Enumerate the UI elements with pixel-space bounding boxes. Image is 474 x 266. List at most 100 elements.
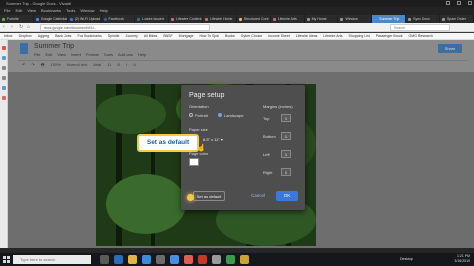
doc-menu-help[interactable]: Help: [138, 52, 146, 57]
minimize-icon[interactable]: [446, 1, 450, 5]
file-explorer-icon[interactable]: [128, 255, 137, 264]
toolbar-button[interactable]: Arial: [93, 61, 101, 68]
system-clock[interactable]: 1:21 PM 3/16/2019: [454, 254, 470, 264]
toolbar-button[interactable]: 11: [107, 61, 111, 68]
browser-tab[interactable]: Lowes Issued: [135, 15, 170, 23]
back-icon[interactable]: ‹: [3, 25, 8, 30]
bookmark-item[interactable]: Lifewire Arts: [323, 33, 342, 39]
page-color-swatch[interactable]: [189, 158, 199, 166]
bookmark-item[interactable]: Journey: [125, 33, 137, 39]
browser-tab[interactable]: Fortnite: [0, 15, 34, 23]
bookmark-item[interactable]: Mortgage: [179, 33, 194, 39]
taskbar-search-input[interactable]: [13, 255, 91, 264]
task-view-icon[interactable]: [100, 255, 109, 264]
bookmark-item[interactable]: Dropbox: [19, 33, 32, 39]
paper-size-select[interactable]: 8.5" x 11" ▾: [203, 137, 223, 142]
edge-icon[interactable]: [114, 255, 123, 264]
media-icon[interactable]: [184, 255, 193, 264]
bottom-margin-input[interactable]: [281, 132, 291, 140]
doc-title[interactable]: Summer Trip: [34, 43, 74, 50]
bookmark-item[interactable]: OMG Research: [409, 33, 433, 39]
share-button[interactable]: Share: [438, 44, 462, 53]
search-input[interactable]: [390, 24, 450, 31]
ok-button[interactable]: OK: [276, 191, 298, 201]
app4-icon[interactable]: [240, 255, 249, 264]
doc-menu-tools[interactable]: Tools: [104, 52, 113, 57]
menu-file[interactable]: File: [4, 7, 10, 15]
url-input[interactable]: [40, 24, 210, 31]
web-panel-icon[interactable]: [2, 96, 6, 100]
browser-tab[interactable]: Google Calendar: [34, 15, 68, 23]
portrait-radio[interactable]: [189, 113, 193, 117]
bookmark-item[interactable]: Books: [225, 33, 235, 39]
app-icon[interactable]: [170, 255, 179, 264]
bookmark-item[interactable]: Gyber Choice: [241, 33, 262, 39]
vivaldi-icon[interactable]: [198, 255, 207, 264]
browser-tab[interactable]: Sync Docs: [406, 15, 440, 23]
toolbar-button[interactable]: U: [133, 61, 136, 68]
reload-icon[interactable]: ↻: [19, 25, 24, 30]
doc-menu-view[interactable]: View: [57, 52, 66, 57]
toolbar-button[interactable]: 🖶: [41, 61, 45, 68]
right-margin-input[interactable]: [281, 168, 291, 176]
browser-tab[interactable]: Lifewire Home: [203, 15, 237, 23]
bookmark-item[interactable]: Aggreg: [38, 33, 49, 39]
doc-menu-addons[interactable]: Add-ons: [118, 52, 133, 57]
doc-menu-file[interactable]: File: [34, 52, 40, 57]
set-as-default-button[interactable]: Set as default: [193, 191, 225, 201]
browser-tab[interactable]: Lifewire Content: [169, 15, 204, 23]
close-icon[interactable]: [468, 1, 472, 5]
forward-icon[interactable]: ›: [11, 25, 16, 30]
mail-icon[interactable]: [156, 255, 165, 264]
browser-tab[interactable]: My Home: [305, 15, 339, 23]
menu-edit[interactable]: Edit: [15, 7, 22, 15]
bookmark-item[interactable]: Fox Bookmarks: [77, 33, 101, 39]
bookmarks-panel-icon[interactable]: [2, 46, 6, 50]
bookmark-item[interactable]: Lifewire Ideas: [296, 33, 318, 39]
windows-start-icon[interactable]: [3, 256, 10, 263]
left-margin-input[interactable]: [281, 150, 291, 158]
menu-bookmarks[interactable]: Bookmarks: [41, 7, 61, 15]
desktop-label[interactable]: Desktop: [400, 257, 413, 261]
app2-icon[interactable]: [212, 255, 221, 264]
toolbar-button[interactable]: ↷: [31, 61, 34, 68]
menu-window[interactable]: Window: [80, 7, 94, 15]
top-margin-input[interactable]: [281, 114, 291, 122]
landscape-radio[interactable]: [218, 113, 222, 117]
bookmark-item[interactable]: BNSF: [163, 33, 172, 39]
doc-menu-edit[interactable]: Edit: [45, 52, 52, 57]
downloads-panel-icon[interactable]: [2, 56, 6, 60]
browser-tab[interactable]: Window: [338, 15, 373, 23]
home-icon[interactable]: ⌂: [27, 25, 32, 30]
menu-help[interactable]: Help: [100, 7, 108, 15]
app3-icon[interactable]: [226, 255, 235, 264]
toolbar-button[interactable]: Normal text: [67, 61, 87, 68]
history-panel-icon[interactable]: [2, 76, 6, 80]
bookmark-item[interactable]: How To Sjob: [199, 33, 219, 39]
window-panel-icon[interactable]: [2, 86, 6, 90]
doc-menu-insert[interactable]: Insert: [71, 52, 81, 57]
bookmark-item[interactable]: Shopping List: [348, 33, 369, 39]
doc-menu-format[interactable]: Format: [86, 52, 99, 57]
store-icon[interactable]: [142, 255, 151, 264]
toolbar-button[interactable]: B: [117, 61, 120, 68]
bookmark-item[interactable]: Spindle: [108, 33, 120, 39]
toolbar-button[interactable]: ↶: [22, 61, 25, 68]
bookmark-item[interactable]: Passenger Brook: [376, 33, 403, 39]
maximize-icon[interactable]: [457, 1, 461, 5]
browser-tab[interactable]: (2) Wi-Fi Upload: [68, 15, 102, 23]
browser-tab[interactable]: Summer Trip: [372, 15, 407, 23]
bookmark-item[interactable]: All Bikes: [144, 33, 157, 39]
toolbar-button[interactable]: I: [126, 61, 127, 68]
menu-view[interactable]: View: [27, 7, 36, 15]
browser-tab[interactable]: Structured Cont: [237, 15, 271, 23]
menu-tools[interactable]: Tools: [66, 7, 75, 15]
browser-tab[interactable]: Lifewire Arts: [271, 15, 305, 23]
cancel-button[interactable]: Cancel: [247, 191, 269, 201]
bookmark-item[interactable]: Inbox: [4, 33, 13, 39]
toolbar-button[interactable]: 100%: [51, 61, 61, 68]
docs-logo-icon[interactable]: [20, 43, 28, 54]
browser-tab[interactable]: Spam Order: [440, 15, 474, 23]
browser-tab[interactable]: Facebook: [102, 15, 136, 23]
bookmark-item[interactable]: Income Sheet: [268, 33, 290, 39]
